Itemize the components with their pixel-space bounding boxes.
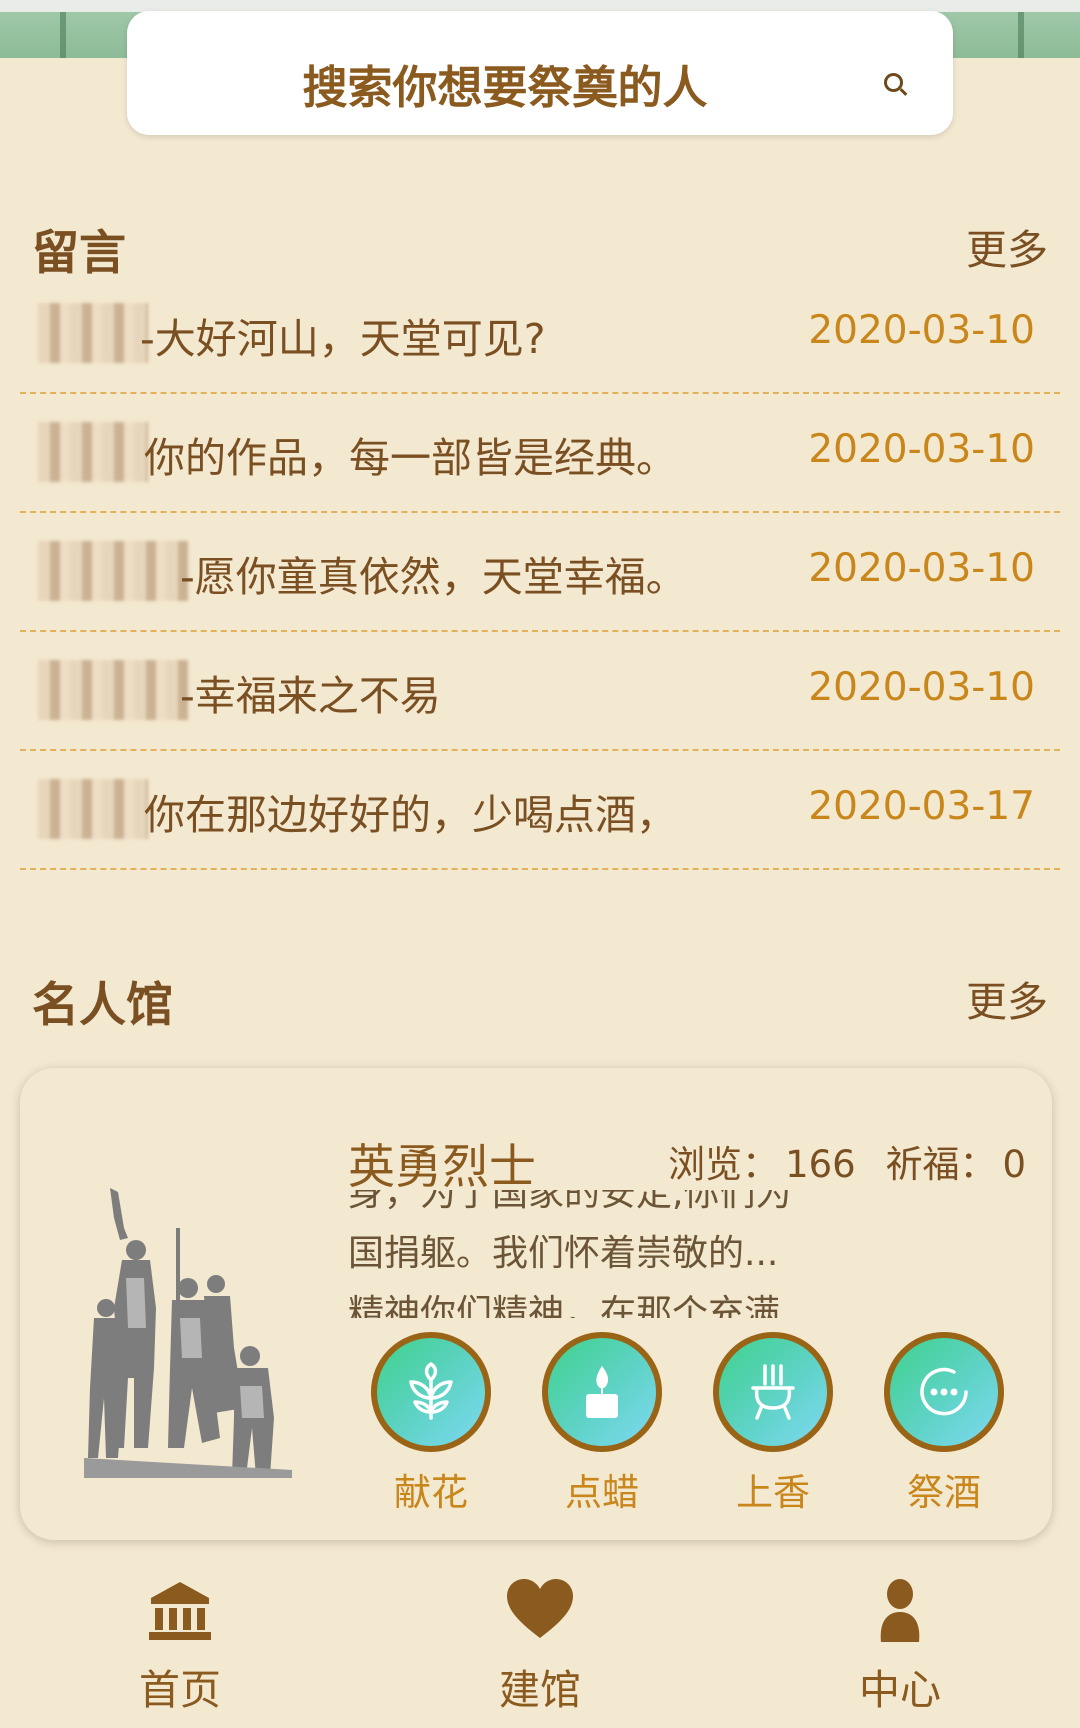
nav-build-hall[interactable]: 建馆 (430, 1576, 650, 1716)
action-circle (884, 1332, 1004, 1452)
nav-label: 首页 (139, 1666, 221, 1714)
blurred-author-name (38, 422, 148, 482)
blurred-author-name (38, 303, 148, 363)
description-line: 国捐躯。我们怀着崇敬的... (348, 1233, 779, 1274)
action-label: 点蜡 (565, 1471, 639, 1514)
description-line: 身，为了国家的安定,你们为 (348, 1190, 792, 1214)
offer-flower-button[interactable]: 献花 (371, 1332, 491, 1516)
blurred-author-name (38, 779, 148, 839)
blurred-author-name (38, 541, 188, 601)
messages-section-title: 留言 (32, 226, 126, 281)
action-label: 献花 (394, 1471, 468, 1514)
action-circle (542, 1332, 662, 1452)
search-icon[interactable] (884, 73, 903, 92)
celebrity-card[interactable]: 英勇烈士 浏览： 166 祈福： 0 身，为了国家的安定,你们为 国捐躯。我们怀着崇… (20, 1068, 1052, 1540)
light-candle-button[interactable]: 点蜡 (542, 1332, 662, 1516)
offer-wine-button[interactable]: 祭酒 (884, 1332, 1004, 1516)
nav-home[interactable]: 首页 (70, 1576, 290, 1716)
search-placeholder: 搜索你想要祭奠的人 (302, 61, 708, 114)
celebrity-more-link[interactable]: 更多 (966, 968, 1048, 1028)
museum-icon (149, 1582, 211, 1640)
banner-stripe (1018, 12, 1024, 58)
message-text: -幸福来之不易 (180, 672, 441, 720)
prayers-label: 祈福： (885, 1143, 997, 1186)
incense-icon (751, 1364, 795, 1420)
heart-icon (507, 1579, 573, 1638)
message-date: 2020-03-10 (808, 427, 1035, 472)
message-row[interactable]: 你在那边好好的，少喝点酒， 2020-03-17 (20, 751, 1060, 870)
prayers-count: 0 (1002, 1143, 1026, 1186)
action-circle (713, 1332, 833, 1452)
candle-icon (586, 1366, 618, 1418)
message-row[interactable]: -大好河山，天堂可见? 2020-03-10 (20, 275, 1060, 394)
message-date: 2020-03-10 (808, 546, 1035, 591)
messages-more-link[interactable]: 更多 (966, 216, 1048, 276)
nav-label: 建馆 (499, 1666, 581, 1714)
description-line: 精神你们精神，在那个充满 (348, 1293, 781, 1318)
message-row[interactable]: -幸福来之不易 2020-03-10 (20, 632, 1060, 751)
message-text: 你的作品，每一部皆是经典。 (144, 434, 677, 482)
more-icon (920, 1367, 968, 1416)
message-text: -大好河山，天堂可见? (140, 315, 546, 363)
celebrity-section-title: 名人馆 (32, 978, 173, 1033)
message-row[interactable]: 你的作品，每一部皆是经典。 2020-03-10 (20, 394, 1060, 513)
flower-icon (409, 1362, 453, 1420)
person-icon (880, 1579, 920, 1642)
banner-stripe (60, 12, 66, 58)
celebrity-description: 身，为了国家的安定,你们为 国捐躯。我们怀着崇敬的... 精神你们精神，在那个充… (348, 1190, 868, 1318)
celebrity-stats: 浏览： 166 祈福： 0 (662, 1134, 1026, 1188)
message-date: 2020-03-10 (808, 308, 1035, 353)
views-label: 浏览： (668, 1143, 780, 1186)
offer-incense-button[interactable]: 上香 (713, 1332, 833, 1516)
search-bar[interactable]: 搜索你想要祭奠的人 (127, 11, 953, 135)
bottom-nav: 首页 建馆 中心 (0, 1566, 1080, 1728)
message-text: -愿你童真依然，天堂幸福。 (180, 553, 687, 601)
nav-label: 中心 (859, 1666, 941, 1714)
memorial-statue-image (84, 1188, 292, 1478)
action-label: 祭酒 (907, 1471, 981, 1514)
message-date: 2020-03-10 (808, 665, 1035, 710)
message-row[interactable]: -愿你童真依然，天堂幸福。 2020-03-10 (20, 513, 1060, 632)
message-date: 2020-03-17 (808, 784, 1035, 829)
message-text: 你在那边好好的，少喝点酒， (144, 791, 677, 839)
blurred-author-name (38, 660, 188, 720)
celebrity-name: 英勇烈士 (348, 1140, 536, 1195)
message-list: -大好河山，天堂可见? 2020-03-10 你的作品，每一部皆是经典。 202… (20, 275, 1060, 870)
views-count: 166 (785, 1143, 856, 1186)
action-label: 上香 (736, 1471, 810, 1514)
action-circle (371, 1332, 491, 1452)
nav-center[interactable]: 中心 (790, 1576, 1010, 1716)
